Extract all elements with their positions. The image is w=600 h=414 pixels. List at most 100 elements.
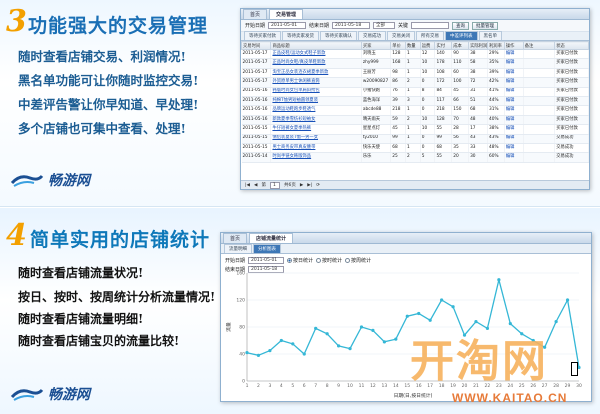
table-cell[interactable]: 编辑 <box>504 77 524 88</box>
table-cell[interactable]: 编辑 <box>504 124 524 135</box>
table-cell[interactable]: 编辑 <box>504 143 524 154</box>
subtab-all[interactable]: 所有交易 <box>416 31 444 40</box>
table-cell[interactable]: 编辑 <box>504 96 524 107</box>
tab-home[interactable]: 首页 <box>223 233 248 243</box>
table-row[interactable]: 2011-05-15 牛仔短裤女夏季热裤 星星点灯 45 1 10 55 28 17 38% 编辑 买… <box>241 124 589 135</box>
page-input[interactable]: 1 <box>269 181 280 189</box>
subtab-detail[interactable]: 流量明细 <box>224 244 252 253</box>
table-cell[interactable]: 编辑 <box>504 87 524 97</box>
table-cell[interactable]: 编辑 <box>504 152 524 163</box>
table-cell <box>523 68 556 79</box>
opt-daily[interactable]: 按日统计 <box>287 257 313 264</box>
table-cell[interactable]: 正品时尚女鞋/真皮单鞋新款 <box>270 58 362 69</box>
opt-hourly[interactable]: 按时统计 <box>316 257 342 264</box>
table-row[interactable]: 2011-05-16 新款夏季雪纺衫短袖女 晴天雨天 59 2 10 128 70 48 40% 编… <box>241 115 589 126</box>
table-cell[interactable]: 编辑 <box>504 105 524 116</box>
start-date-label: 开始日期 <box>225 258 246 264</box>
column-header[interactable]: 买家 <box>360 41 392 50</box>
status-select[interactable]: 全部 <box>373 22 396 29</box>
last-page-icon[interactable]: ▶| <box>307 183 312 188</box>
subtab-chart[interactable]: 分析图表 <box>253 244 281 253</box>
y-tick-label: 120 <box>236 298 245 304</box>
end-date-input[interactable]: 2011-05-18 <box>332 22 371 29</box>
table-row[interactable]: 2011-05-16 纯棉T恤男短袖圆领夏装 蓝色海洋 39 3 0 117 66 51 44% 编… <box>241 96 589 107</box>
table-cell[interactable]: 纯棉T恤男短袖圆领夏装 <box>270 96 362 107</box>
table-cell[interactable]: 编辑 <box>504 68 524 79</box>
subtab-bad-reviews[interactable]: 中差评列表 <box>445 31 478 40</box>
table-row[interactable]: 2011-05-17 正品皮鞋/运动女式鞋子新款 刘晓玉 128 1 12 140 90 38 2… <box>241 49 589 60</box>
table-row[interactable]: 2011-05-15 情侣装夏装T恤一男一女 ty2010 99 1 0 99 56 43 43%… <box>241 134 589 144</box>
first-page-icon[interactable]: |◀ <box>245 183 250 188</box>
subtab-success[interactable]: 交易成功 <box>358 31 386 40</box>
table-cell[interactable]: 外贸原单男士休闲裤直筒 <box>270 77 362 88</box>
tab-home[interactable]: 首页 <box>243 9 268 19</box>
table-cell: 100 <box>451 77 470 88</box>
table-cell: 56 <box>451 134 470 144</box>
tab-traffic[interactable]: 店铺流量统计 <box>249 233 294 243</box>
table-row[interactable]: 2011-05-15 男士商务皮带真皮腰带 快乐天使 68 1 0 68 35 33 48% 编辑交… <box>241 143 589 154</box>
table-cell[interactable]: 牛仔短裤女夏季热裤 <box>270 124 362 135</box>
feature-line: 中差评告警让你早知道、早处理! <box>18 97 199 112</box>
table-cell: 0 <box>420 96 436 107</box>
column-header[interactable]: 实付 <box>434 41 453 50</box>
start-date-input[interactable]: 2011-05-01 <box>248 257 285 264</box>
column-header[interactable]: 数量 <box>405 41 421 50</box>
table-cell[interactable]: 时尚手链女韩版饰品 <box>270 152 362 163</box>
prev-page-icon[interactable]: ◀ <box>254 183 257 188</box>
subtab-wait-ship[interactable]: 等待卖家发货 <box>282 31 319 40</box>
column-header[interactable]: 商品标题 <box>270 41 362 50</box>
table-cell: 0 <box>420 105 436 116</box>
column-header[interactable]: 单价 <box>390 41 407 50</box>
data-point <box>417 311 421 316</box>
tab-trade[interactable]: 交易管理 <box>269 9 304 19</box>
column-header[interactable]: 利润率 <box>487 41 505 50</box>
table-cell[interactable]: 正品皮鞋/运动女式鞋子新款 <box>270 49 362 60</box>
table-cell[interactable]: 编辑 <box>504 49 524 60</box>
search-button[interactable]: 查询 <box>452 21 470 30</box>
column-header[interactable]: 交易时间 <box>241 41 272 50</box>
table-cell[interactable]: 情侣装夏装T恤一男一女 <box>270 134 362 144</box>
table-cell: 39 <box>390 96 407 107</box>
x-tick-label: 30 <box>576 383 582 389</box>
table-cell[interactable]: 品牌运动鞋跑步鞋透气 <box>270 105 362 116</box>
column-header[interactable]: 状态 <box>554 41 589 50</box>
column-header[interactable]: 运费 <box>419 41 436 50</box>
column-header[interactable]: 备注 <box>522 41 556 50</box>
keyword-input[interactable] <box>411 22 450 29</box>
table-cell: 70 <box>451 115 470 126</box>
next-page-icon[interactable]: ▶ <box>300 183 303 188</box>
table-cell[interactable]: 韩版时尚女包单肩斜挎包 <box>270 87 362 97</box>
section-number: 3 <box>6 4 27 39</box>
column-header[interactable]: 操作 <box>503 41 524 50</box>
table-cell[interactable]: 男士商务皮带真皮腰带 <box>270 143 362 154</box>
table-cell[interactable]: 淘宝正品女装连衣裙夏季新款 <box>270 68 362 79</box>
table-cell: abcde88 <box>361 105 392 116</box>
table-cell[interactable]: 编辑 <box>504 134 524 144</box>
table-row[interactable]: 2011-05-17 正品时尚女鞋/真皮单鞋新款 zhy999 168 1 10 178 11… <box>241 58 589 69</box>
table-row[interactable]: 2011-05-14 时尚手链女韩版饰品 乐乐 25 2 5 55 20 30 60% 编辑 交易成功 <box>241 152 589 163</box>
table-cell[interactable]: 编辑 <box>504 115 524 126</box>
subtab-blacklist[interactable]: 黑名单 <box>478 31 502 40</box>
column-header[interactable]: 实际利润 <box>468 41 488 50</box>
table-cell[interactable]: 新款夏季雪纺衫短袖女 <box>270 115 362 126</box>
table-row[interactable]: 2011-05-17 淘宝正品女装连衣裙夏季新款 王丽芳 98 1 10 108 60 38 39… <box>241 68 589 79</box>
table-cell: 128 <box>390 49 407 60</box>
table-cell: 买家已付款 <box>554 68 589 79</box>
table-row[interactable]: 2011-05-16 韩版时尚女包单肩斜挎包 小猪快跑 76 1 8 84 45 31 41% 编辑… <box>241 87 589 97</box>
table-cell: 刘晓玉 <box>361 49 392 60</box>
table-cell: 35% <box>487 58 505 69</box>
table-row[interactable]: 2011-05-16 品牌运动鞋跑步鞋透气 abcde88 218 1 0 218 150 68… <box>241 105 589 116</box>
subtab-wait-pay[interactable]: 等待买家付款 <box>244 31 281 40</box>
table-cell[interactable]: 编辑 <box>504 58 524 69</box>
feature-line: 黑名单功能可让你随时监控交易! <box>18 73 199 88</box>
opt-weekly[interactable]: 按周统计 <box>345 257 371 264</box>
column-header[interactable]: 成本 <box>451 41 470 50</box>
subtab-wait-confirm[interactable]: 等待买家确认 <box>320 31 357 40</box>
refresh-icon[interactable]: ⟳ <box>316 183 320 188</box>
start-date-input[interactable]: 2011-05-01 <box>268 22 307 29</box>
table-cell: 90 <box>451 49 470 60</box>
subtab-closed[interactable]: 交易关闭 <box>387 31 415 40</box>
table-cell: 2011-05-16 <box>241 87 272 97</box>
batch-button[interactable]: 批量管理 <box>472 21 499 30</box>
table-row[interactable]: 2011-05-17 外贸原单男士休闲裤直筒 w20090827 86 2 0 172 100… <box>241 77 589 88</box>
